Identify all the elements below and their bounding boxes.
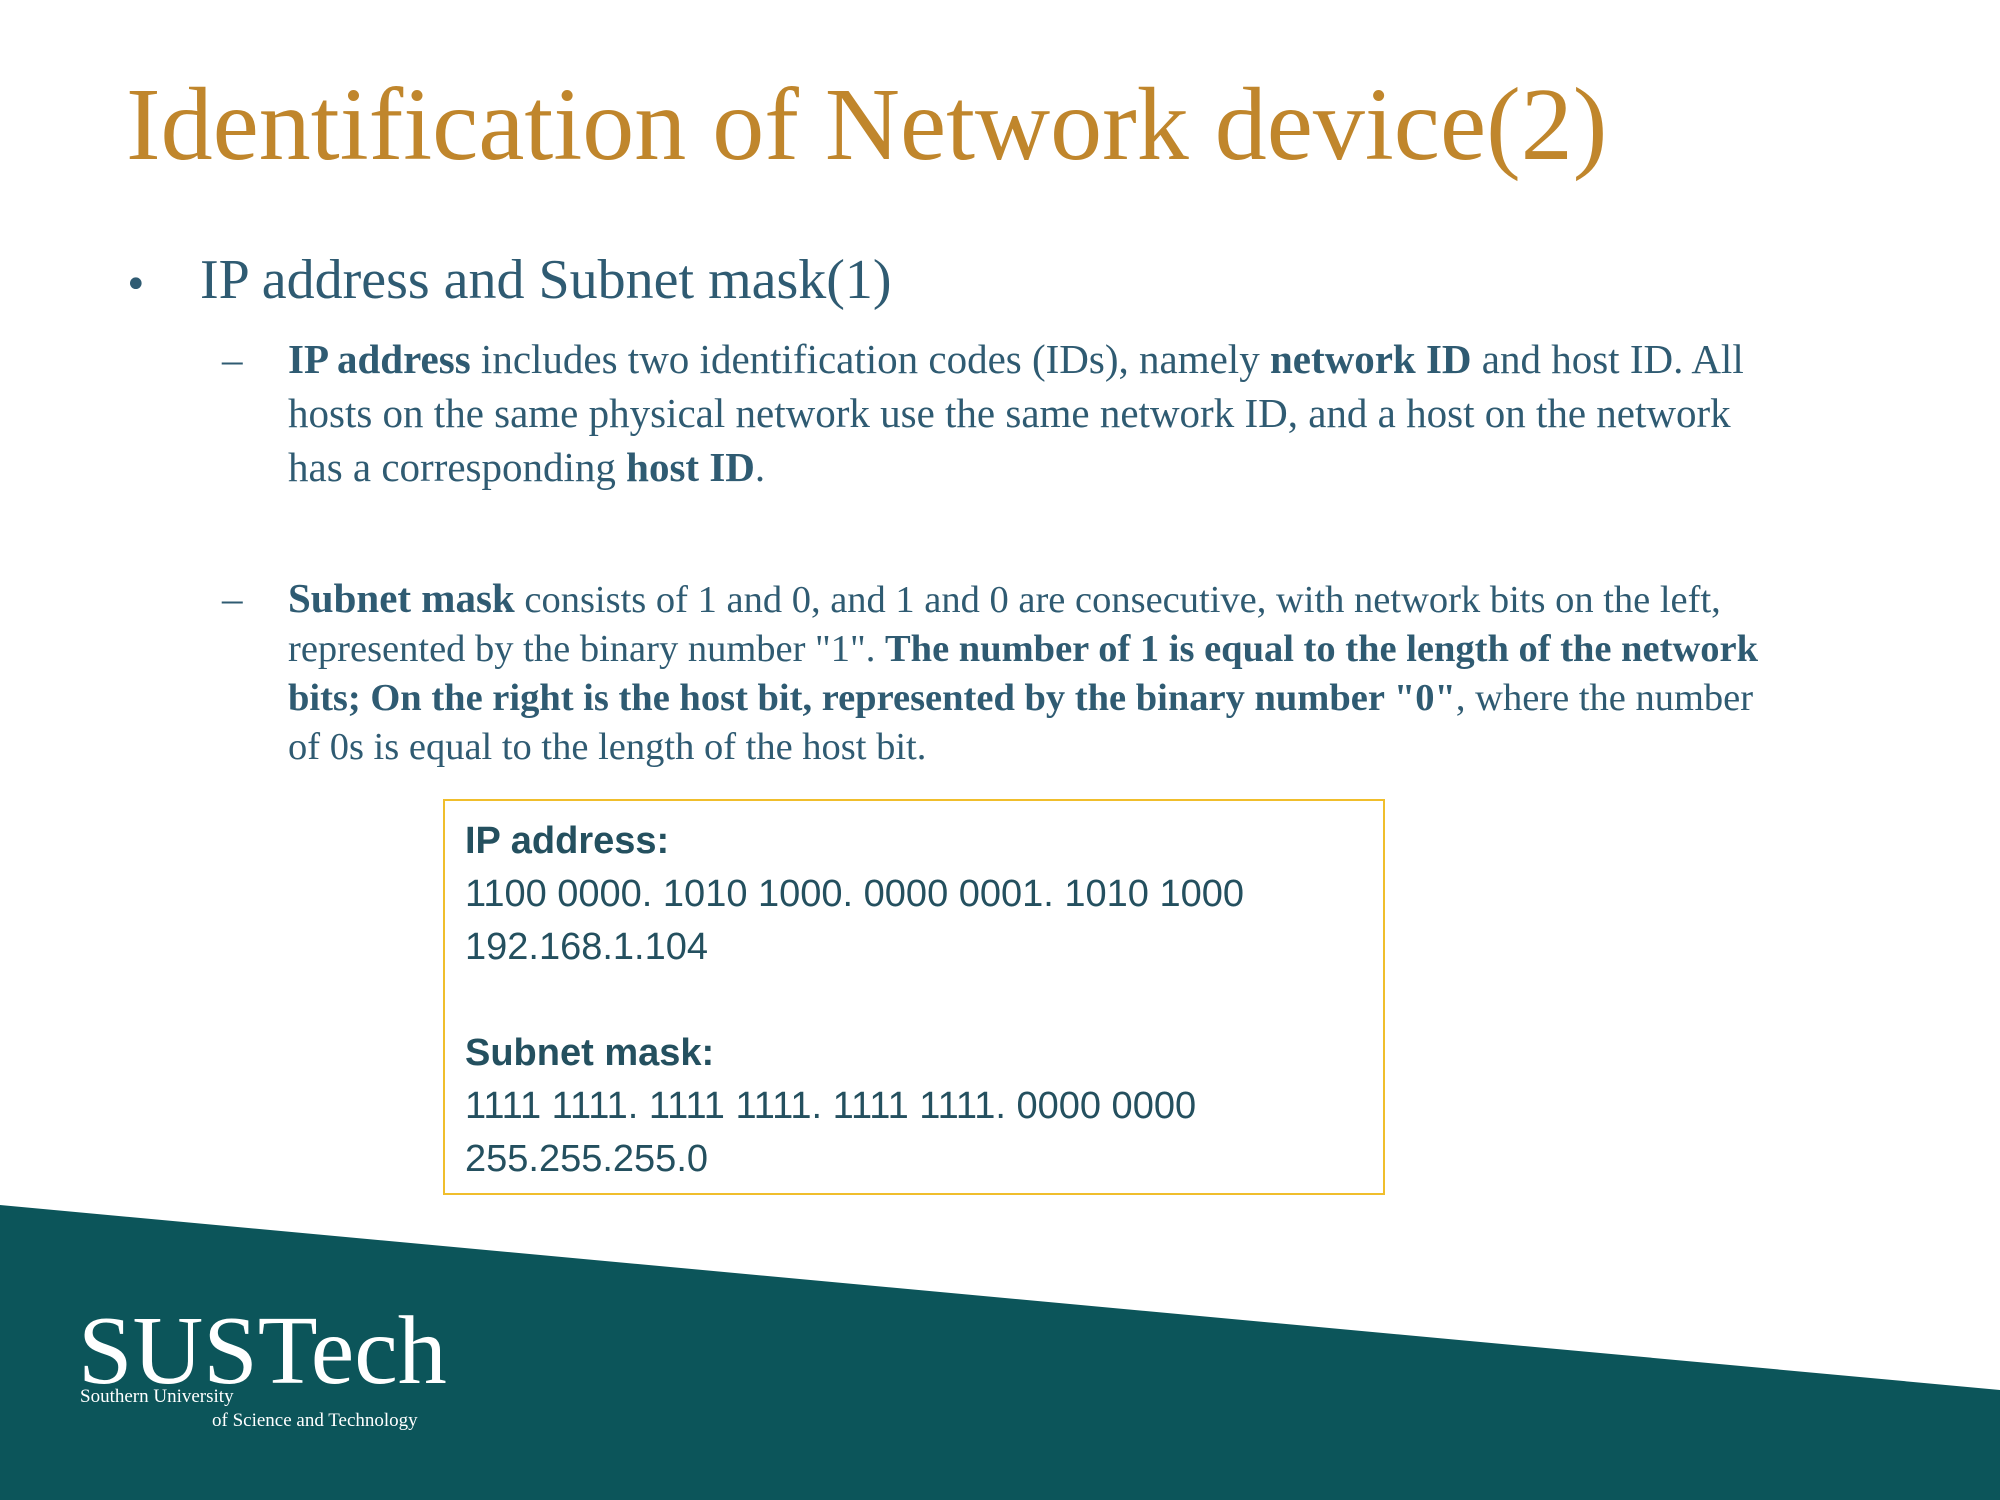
logo-subtitle-line2: of Science and Technology <box>212 1410 418 1431</box>
footer-band <box>0 1205 2000 1500</box>
logo-subtitle-line1: Southern University <box>80 1386 234 1407</box>
